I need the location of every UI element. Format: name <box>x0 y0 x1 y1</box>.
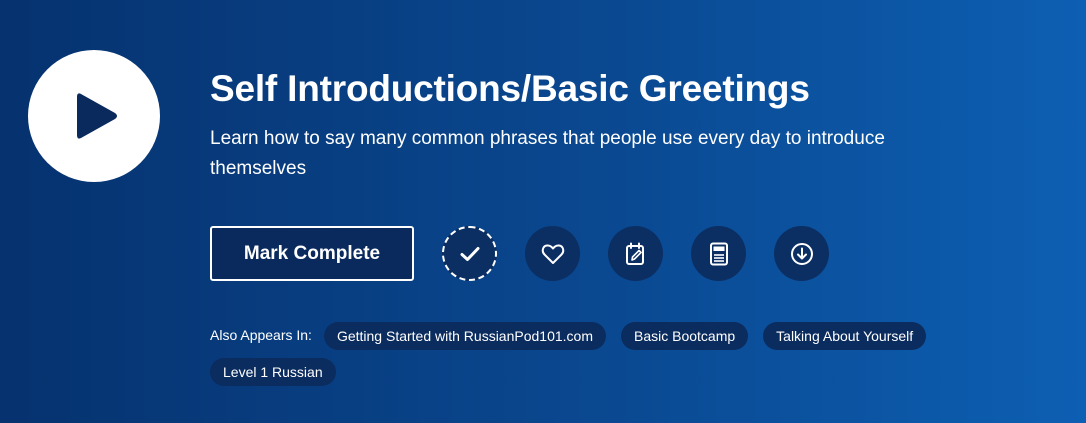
heart-icon <box>541 243 564 264</box>
favorite-button[interactable] <box>525 226 580 281</box>
also-appears-in: Also Appears In: Getting Started with Ru… <box>210 322 1010 394</box>
pdf-button[interactable] <box>691 226 746 281</box>
mark-complete-button[interactable]: Mark Complete <box>210 226 414 281</box>
pdf-icon <box>709 242 728 265</box>
notes-button[interactable] <box>608 226 663 281</box>
series-tag[interactable]: Level 1 Russian <box>210 358 336 386</box>
lesson-actions: Mark Complete <box>210 226 829 281</box>
play-icon <box>77 93 117 139</box>
series-tag[interactable]: Basic Bootcamp <box>620 322 749 350</box>
series-tag[interactable]: Talking About Yourself <box>763 322 927 350</box>
download-icon <box>790 242 813 265</box>
complete-check-button[interactable] <box>442 226 497 281</box>
also-appears-label: Also Appears In: <box>210 327 312 343</box>
lesson-description: Learn how to say many common phrases tha… <box>210 128 885 179</box>
notes-icon <box>625 242 644 265</box>
check-icon <box>460 246 479 261</box>
download-button[interactable] <box>774 226 829 281</box>
series-tag[interactable]: Getting Started with RussianPod101.com <box>323 322 606 350</box>
lesson-title: Self Introductions/Basic Greetings <box>210 68 810 109</box>
play-button[interactable] <box>28 50 160 182</box>
lesson-header: Self Introductions/Basic Greetings Learn… <box>210 66 1070 184</box>
